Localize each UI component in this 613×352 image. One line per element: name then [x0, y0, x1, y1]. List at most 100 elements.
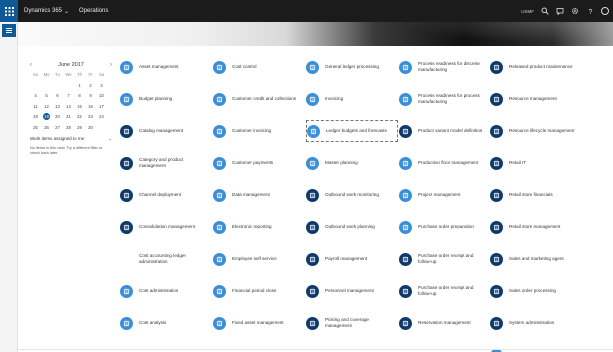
- calendar-day[interactable]: 7: [63, 92, 74, 99]
- workspace-tile[interactable]: Production floor management: [399, 152, 491, 174]
- workspace-tile[interactable]: Customer payments: [213, 152, 305, 174]
- ledger-icon: [306, 60, 319, 74]
- workspace-tile[interactable]: Retail store management: [490, 216, 582, 238]
- avatar[interactable]: [601, 7, 609, 15]
- workspace-tile[interactable]: Process readiness for discrete manufactu…: [399, 56, 491, 78]
- workspace-tile[interactable]: Financial period close: [213, 280, 305, 302]
- workspace-tile[interactable]: Cost accounting ledger administration: [120, 248, 212, 270]
- calendar-day[interactable]: 18: [30, 113, 41, 120]
- calendar-day[interactable]: 1: [74, 82, 85, 89]
- workspace-tile[interactable]: Electronic reporting: [213, 216, 305, 238]
- outbound-icon: [306, 188, 319, 202]
- work-items-filter[interactable]: Work items assigned to me ⌄: [30, 136, 112, 142]
- workspace-tile[interactable]: Picking and coverage management: [306, 312, 398, 334]
- calendar-day[interactable]: 17: [96, 103, 107, 110]
- calendar-day[interactable]: 6: [52, 92, 63, 99]
- calendar-day[interactable]: 22: [74, 113, 85, 120]
- workspace-tile[interactable]: Outbound work monitoring: [306, 184, 398, 206]
- gear-icon[interactable]: [571, 7, 579, 15]
- calendar-day[interactable]: 25: [30, 124, 41, 131]
- workspace-tile[interactable]: Customer invoicing: [213, 120, 305, 142]
- app-name-menu[interactable]: Dynamics 365 ⌄: [24, 8, 69, 15]
- calendar-day-today[interactable]: 19: [43, 113, 50, 121]
- calendar-day[interactable]: 14: [63, 103, 74, 110]
- workspace-tile[interactable]: Consolidation management: [120, 216, 212, 238]
- workspace-tile[interactable]: Resource lifecycle management: [490, 120, 582, 142]
- workspace-tile[interactable]: Purchase order receipt and follow-up: [399, 280, 491, 302]
- calendar-day[interactable]: 29: [74, 124, 85, 131]
- workspace-tile[interactable]: System administration: [490, 312, 582, 334]
- calendar-day[interactable]: 20: [52, 113, 63, 120]
- calendar-day[interactable]: 30: [85, 124, 96, 131]
- calendar-day[interactable]: 8: [74, 92, 85, 99]
- workspace-tile[interactable]: Project management: [399, 184, 491, 206]
- calendar-day[interactable]: 24: [96, 113, 107, 120]
- workspace-tile[interactable]: General ledger processing: [306, 56, 398, 78]
- calendar-day[interactable]: 5: [41, 92, 52, 99]
- calendar-day[interactable]: 3: [96, 82, 107, 89]
- workspace-tile[interactable]: Fixed asset management: [213, 312, 305, 334]
- picking-icon: [306, 316, 319, 330]
- workspace-tile[interactable]: Master planning: [306, 152, 398, 174]
- calendar-day[interactable]: 12: [41, 103, 52, 110]
- workspace-tile[interactable]: Product variant model definition: [399, 120, 491, 142]
- workspace-tile[interactable]: Retail IT: [490, 152, 582, 174]
- workspace-tile[interactable]: Data management: [213, 184, 305, 206]
- asset-icon: [120, 60, 133, 74]
- workspace-tile[interactable]: Category and product management: [120, 152, 212, 174]
- workspace-tile[interactable]: Sales and marketing agent: [490, 248, 582, 270]
- workspace-tile[interactable]: Invoicing: [306, 88, 398, 110]
- workspace-tile[interactable]: Retail store financials: [490, 184, 582, 206]
- dashboard-banner-image: [18, 22, 613, 46]
- workspace-tile[interactable]: Resource management: [490, 88, 582, 110]
- search-icon[interactable]: [541, 7, 549, 15]
- calendar-day[interactable]: 2: [85, 82, 96, 89]
- workspace-tile[interactable]: Personnel management: [306, 280, 398, 302]
- tile-label: Channel deployment: [139, 192, 182, 198]
- workspace-tile[interactable]: Asset management: [120, 56, 212, 78]
- workspace-tile[interactable]: Cost analysis: [120, 312, 212, 334]
- calendar-day[interactable]: 13: [52, 103, 63, 110]
- workspace-tile[interactable]: Reservation management: [399, 312, 491, 334]
- calendar-day[interactable]: 9: [85, 92, 96, 99]
- sysadmin-icon: [490, 316, 503, 330]
- app-launcher-icon[interactable]: [0, 0, 18, 22]
- calendar-day[interactable]: 27: [52, 124, 63, 131]
- message-icon[interactable]: [556, 7, 564, 15]
- workspace-tile[interactable]: Purchase order preparation: [399, 216, 491, 238]
- calendar-day[interactable]: 28: [63, 124, 74, 131]
- workspace-tile[interactable]: Released product maintenance: [490, 56, 582, 78]
- workspace-tile[interactable]: Purchase order receipt and follow-up: [399, 248, 491, 270]
- workspace-tile[interactable]: Customer credit and collections: [213, 88, 305, 110]
- workspace-tile[interactable]: Vendor invoice entry: [490, 344, 582, 352]
- workspace-tile[interactable]: Payroll management: [306, 248, 398, 270]
- company-picker[interactable]: USMF: [521, 9, 534, 14]
- next-month-icon[interactable]: ›: [110, 62, 112, 68]
- calendar-day[interactable]: 11: [30, 103, 41, 110]
- workspace-tile[interactable]: Process readiness for process manufactur…: [399, 88, 491, 110]
- calendar-day[interactable]: 4: [30, 92, 41, 99]
- hamburger-icon[interactable]: [2, 24, 16, 37]
- calendar-day[interactable]: 21: [63, 113, 74, 120]
- workspace-tile[interactable]: Employee self service: [213, 248, 305, 270]
- previous-month-icon[interactable]: ‹: [30, 62, 32, 68]
- workspace-tile[interactable]: Cost control: [213, 56, 305, 78]
- workspace-tile[interactable]: Outbound work planning: [306, 216, 398, 238]
- workspace-tile[interactable]: Catalog management: [120, 120, 212, 142]
- workspace-tile[interactable]: Channel deployment: [120, 184, 212, 206]
- calendar-day[interactable]: 26: [41, 124, 52, 131]
- invoicing-icon: [306, 92, 319, 106]
- tile-label: Purchase order receipt and follow-up: [418, 285, 474, 296]
- workspace-tile[interactable]: Cost administration: [120, 280, 212, 302]
- calendar-day[interactable]: 16: [85, 103, 96, 110]
- calendar-day[interactable]: 10: [96, 92, 107, 99]
- calendar-day: [30, 82, 41, 89]
- help-icon[interactable]: ?: [586, 7, 594, 15]
- workspace-tile[interactable]: Budget planning: [120, 88, 212, 110]
- workspace-tile[interactable]: Ledger budgets and forecasts: [306, 120, 398, 142]
- tile-label: Budget planning: [139, 96, 173, 102]
- workspace-tile[interactable]: Sales order processing: [490, 280, 582, 302]
- calendar-day[interactable]: 15: [74, 103, 85, 110]
- tile-label: Outbound work monitoring: [325, 192, 379, 198]
- calendar-day[interactable]: 23: [85, 113, 96, 120]
